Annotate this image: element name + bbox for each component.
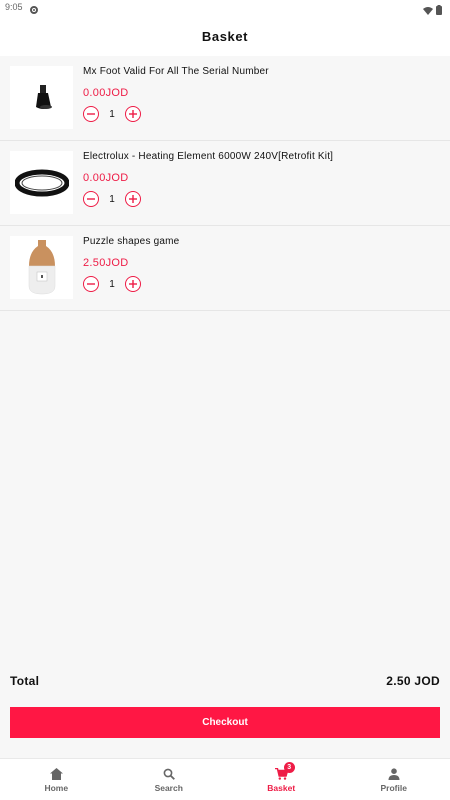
basket-item[interactable]: Mx Foot Valid For All The Serial Number … (0, 56, 450, 141)
quantity-value: 1 (109, 278, 115, 290)
nav-search-label: Search (154, 782, 183, 793)
cart-icon: 3 (274, 761, 295, 781)
item-price: 2.50JOD (83, 257, 129, 269)
basket-count-badge: 3 (283, 761, 295, 773)
product-image (10, 236, 73, 299)
basket-item[interactable]: Puzzle shapes game 2.50JOD 1 (0, 226, 450, 311)
decrease-quantity-button[interactable] (83, 276, 99, 292)
person-icon (388, 767, 400, 781)
product-image (10, 151, 73, 214)
status-time: 9:05 (5, 2, 23, 12)
checkout-button[interactable]: Checkout (10, 707, 440, 738)
nav-profile-label: Profile (380, 782, 407, 793)
plus-icon (129, 110, 137, 118)
basket-list: Mx Foot Valid For All The Serial Number … (0, 56, 450, 311)
decrease-quantity-button[interactable] (83, 106, 99, 122)
bottom-nav: Home Search 3 Basket Profile (0, 758, 450, 800)
increase-quantity-button[interactable] (125, 106, 141, 122)
nav-basket[interactable]: 3 Basket (225, 759, 338, 800)
quantity-stepper: 1 (83, 106, 141, 122)
nav-basket-label: Basket (267, 782, 296, 793)
nav-home[interactable]: Home (0, 759, 113, 800)
nav-search[interactable]: Search (113, 759, 226, 800)
status-bar: 9:05 (0, 0, 450, 16)
total-row: Total 2.50 JOD (10, 674, 440, 688)
item-price: 0.00JOD (83, 172, 129, 184)
home-icon (49, 767, 63, 781)
basket-item[interactable]: Electrolux - Heating Element 6000W 240V[… (0, 141, 450, 226)
quantity-stepper: 1 (83, 276, 141, 292)
plus-icon (129, 280, 137, 288)
total-label: Total (10, 674, 40, 688)
minus-icon (87, 198, 95, 200)
minus-icon (87, 113, 95, 115)
item-price: 0.00JOD (83, 87, 129, 99)
app-bar: Basket (0, 16, 450, 56)
quantity-value: 1 (109, 193, 115, 205)
search-icon (163, 767, 175, 781)
increase-quantity-button[interactable] (125, 276, 141, 292)
item-name[interactable]: Puzzle shapes game (83, 236, 179, 247)
quantity-value: 1 (109, 108, 115, 120)
nav-profile[interactable]: Profile (338, 759, 450, 800)
increase-quantity-button[interactable] (125, 191, 141, 207)
decrease-quantity-button[interactable] (83, 191, 99, 207)
item-name[interactable]: Electrolux - Heating Element 6000W 240V[… (83, 151, 333, 162)
nav-home-label: Home (44, 782, 69, 793)
item-name[interactable]: Mx Foot Valid For All The Serial Number (83, 66, 269, 77)
minus-icon (87, 283, 95, 285)
page-title: Basket (201, 28, 249, 44)
plus-icon (129, 195, 137, 203)
total-value: 2.50 JOD (386, 674, 440, 688)
quantity-stepper: 1 (83, 191, 141, 207)
product-image (10, 66, 73, 129)
